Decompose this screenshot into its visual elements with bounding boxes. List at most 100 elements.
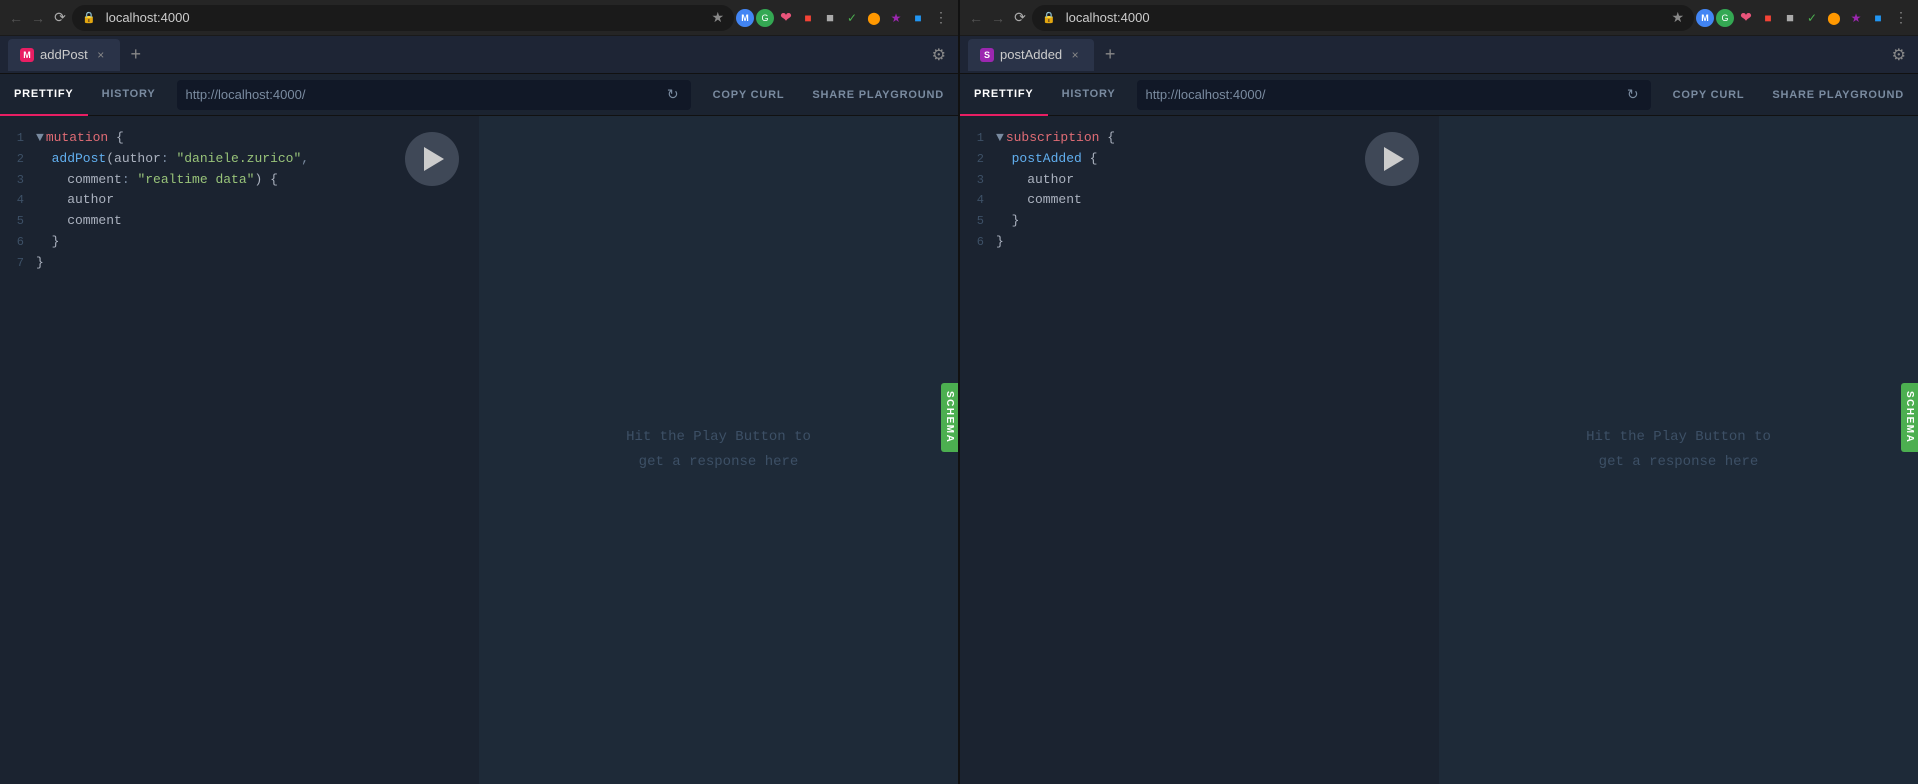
- forward-button-1[interactable]: →: [28, 8, 48, 28]
- url-wrap-1: ↻: [177, 80, 690, 110]
- line-content-1-6: }: [36, 232, 479, 253]
- address-bar-input-1[interactable]: [106, 10, 706, 25]
- tab-addpost[interactable]: M addPost ×: [8, 39, 120, 71]
- lock-icon-2: 🔒: [1042, 11, 1056, 24]
- line-num-1-5: 5: [0, 212, 36, 231]
- bookmark-button-1[interactable]: ★: [711, 9, 724, 26]
- ext-icon-2-3: ❤: [1736, 8, 1756, 28]
- line-content-1-7: }: [36, 253, 479, 274]
- line-num-2-4: 4: [960, 191, 996, 210]
- more-options-button-2[interactable]: ⋮: [1890, 9, 1912, 26]
- ext-icon-2-7: ⬤: [1824, 8, 1844, 28]
- ext-icon-2-4: ■: [1758, 8, 1778, 28]
- bookmark-button-2[interactable]: ★: [1671, 9, 1684, 26]
- toolbar-2: PRETTIFY HISTORY ↻ COPY CURL SHARE PLAYG…: [960, 74, 1918, 116]
- tab-bar-1: M addPost × + ⚙: [0, 36, 958, 74]
- tab-postadded[interactable]: S postAdded ×: [968, 39, 1094, 71]
- tab-close-postadded[interactable]: ×: [1068, 48, 1082, 62]
- ext-icon-2-5: ■: [1780, 8, 1800, 28]
- browser-window-2: ← → ⟳ 🔒 ★ M G ❤ ■ ■ ✓ ⬤ ★ ■ ⋮: [958, 0, 1918, 784]
- schema-tab-2[interactable]: SCHEMA: [1901, 383, 1918, 451]
- play-button-1[interactable]: [405, 132, 459, 186]
- tab-close-addpost[interactable]: ×: [94, 48, 108, 62]
- response-placeholder-1: Hit the Play Button toget a response her…: [626, 425, 811, 475]
- tab-bar-2: S postAdded × + ⚙: [960, 36, 1918, 74]
- browser-window-1: ← → ⟳ 🔒 ★ M G ❤ ■ ■ ✓ ⬤ ★ ■ ⋮: [0, 0, 958, 784]
- line-content-1-4: author: [36, 190, 479, 211]
- line-content-2-6: }: [996, 232, 1439, 253]
- history-button-1[interactable]: HISTORY: [88, 74, 170, 116]
- ext-icon-2-6: ✓: [1802, 8, 1822, 28]
- back-button-2[interactable]: ←: [966, 8, 986, 28]
- ext-icon-8: ★: [886, 8, 906, 28]
- share-playground-button-2[interactable]: SHARE PLAYGROUND: [1758, 74, 1918, 116]
- address-bar-wrap-1: 🔒 ★: [72, 5, 734, 31]
- tab-add-button-1[interactable]: +: [124, 43, 148, 67]
- code-line-1-3: 3 comment: "realtime data") {: [0, 170, 479, 191]
- code-line-2-4: 4 comment: [960, 190, 1439, 211]
- ext-icon-3: ❤: [776, 8, 796, 28]
- response-placeholder-2: Hit the Play Button toget a response her…: [1586, 425, 1771, 475]
- tab-add-button-2[interactable]: +: [1098, 43, 1122, 67]
- url-wrap-2: ↻: [1137, 80, 1650, 110]
- tab-label-postadded: postAdded: [1000, 47, 1062, 62]
- address-bar-wrap-2: 🔒 ★: [1032, 5, 1694, 31]
- code-line-1-6: 6 }: [0, 232, 479, 253]
- more-options-button-1[interactable]: ⋮: [930, 9, 952, 26]
- code-line-1-4: 4 author: [0, 190, 479, 211]
- reload-button-1[interactable]: ⟳: [50, 8, 70, 28]
- editor-panel-1: 1 ▼mutation { 2 addPost(author: "daniele…: [0, 116, 479, 784]
- tab-label-addpost: addPost: [40, 47, 88, 62]
- copy-curl-button-1[interactable]: COPY CURL: [699, 74, 799, 116]
- code-line-2-6: 6 }: [960, 232, 1439, 253]
- line-num-2-1: 1: [960, 129, 996, 148]
- browser-chrome-2: ← → ⟳ 🔒 ★ M G ❤ ■ ■ ✓ ⬤ ★ ■ ⋮: [960, 0, 1918, 36]
- copy-curl-button-2[interactable]: COPY CURL: [1659, 74, 1759, 116]
- reload-button-2[interactable]: ⟳: [1010, 8, 1030, 28]
- schema-tab-1[interactable]: SCHEMA: [941, 383, 958, 451]
- endpoint-url-input-2[interactable]: [1145, 87, 1622, 102]
- line-num-2-3: 3: [960, 171, 996, 190]
- lock-icon-1: 🔒: [82, 11, 96, 24]
- code-line-2-3: 3 author: [960, 170, 1439, 191]
- address-bar-input-2[interactable]: [1066, 10, 1666, 25]
- back-button-1[interactable]: ←: [6, 8, 26, 28]
- line-num-1-3: 3: [0, 171, 36, 190]
- line-content-2-5: }: [996, 211, 1439, 232]
- ext-icon-2: G: [756, 9, 774, 27]
- line-num-1-7: 7: [0, 254, 36, 273]
- response-panel-1: Hit the Play Button toget a response her…: [479, 116, 958, 784]
- share-playground-button-1[interactable]: SHARE PLAYGROUND: [798, 74, 958, 116]
- prettify-button-1[interactable]: PRETTIFY: [0, 74, 88, 116]
- endpoint-url-input-1[interactable]: [185, 87, 662, 102]
- line-num-1-4: 4: [0, 191, 36, 210]
- ext-icon-9: ■: [908, 8, 928, 28]
- ext-icon-2-8: ★: [1846, 8, 1866, 28]
- ext-icon-2-9: ■: [1868, 8, 1888, 28]
- editor-panel-2: 1 ▼subscription { 2 postAdded {: [960, 116, 1439, 784]
- ext-icon-1: M: [736, 9, 754, 27]
- refresh-icon-1[interactable]: ↻: [663, 86, 683, 103]
- refresh-icon-2[interactable]: ↻: [1623, 86, 1643, 103]
- prettify-button-2[interactable]: PRETTIFY: [960, 74, 1048, 116]
- line-num-1-1: 1: [0, 129, 36, 148]
- ext-icon-4: ■: [798, 8, 818, 28]
- line-num-1-2: 2: [0, 150, 36, 169]
- code-line-2-5: 5 }: [960, 211, 1439, 232]
- settings-button-1[interactable]: ⚙: [928, 41, 950, 69]
- forward-button-2[interactable]: →: [988, 8, 1008, 28]
- line-num-1-6: 6: [0, 233, 36, 252]
- history-button-2[interactable]: HISTORY: [1048, 74, 1130, 116]
- response-panel-2: Hit the Play Button toget a response her…: [1439, 116, 1918, 784]
- tab-icon-mutation: M: [20, 48, 34, 62]
- browser-toolbar-icons-2: M G ❤ ■ ■ ✓ ⬤ ★ ■ ⋮: [1696, 8, 1912, 28]
- browser-chrome-1: ← → ⟳ 🔒 ★ M G ❤ ■ ■ ✓ ⬤ ★ ■ ⋮: [0, 0, 958, 36]
- ext-icon-7: ⬤: [864, 8, 884, 28]
- code-editor-1[interactable]: 1 ▼mutation { 2 addPost(author: "daniele…: [0, 116, 479, 286]
- settings-button-2[interactable]: ⚙: [1888, 41, 1910, 69]
- toolbar-1: PRETTIFY HISTORY ↻ COPY CURL SHARE PLAYG…: [0, 74, 958, 116]
- code-editor-2[interactable]: 1 ▼subscription { 2 postAdded {: [960, 116, 1439, 265]
- line-num-2-2: 2: [960, 150, 996, 169]
- play-button-2[interactable]: [1365, 132, 1419, 186]
- ext-icon-6: ✓: [842, 8, 862, 28]
